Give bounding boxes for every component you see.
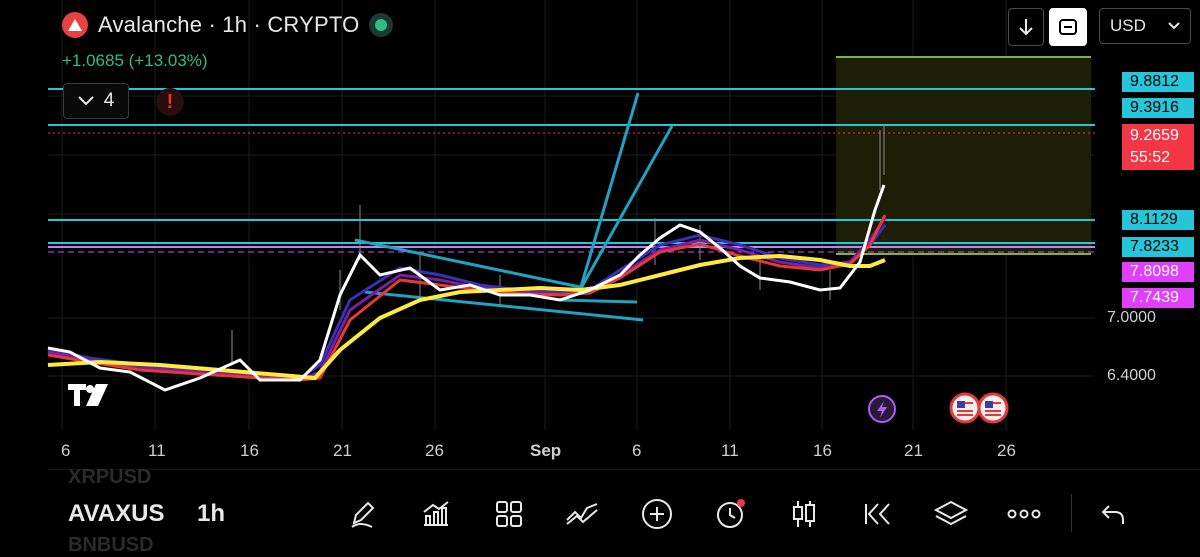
bottom-toolbar: XRPUSD AVAXUS BNBUSD 1h	[0, 466, 1200, 556]
indicators-toggle[interactable]: 4	[63, 83, 129, 119]
date-axis-label: 16	[240, 441, 259, 460]
date-axis-label: 16	[813, 441, 832, 460]
currency-value: USD	[1110, 16, 1146, 35]
price-change: +1.0685 (+13.03%)	[62, 51, 208, 70]
date-axis-label: 6	[61, 441, 71, 460]
date-axis-label: 21	[904, 441, 923, 460]
undo-icon[interactable]	[1095, 498, 1131, 530]
price-label: 9.8812	[1122, 72, 1194, 92]
trend-lines	[354, 92, 674, 322]
date-axis-label: 11	[148, 441, 166, 460]
indicators-icon[interactable]	[418, 498, 454, 530]
grid-icon[interactable]	[491, 498, 527, 530]
tradingview-logo	[68, 384, 108, 406]
price-axis-label: 6.4000	[1107, 367, 1156, 384]
flash-event-icon[interactable]	[868, 395, 896, 423]
symbol-picker-current[interactable]: AVAXUS	[68, 500, 164, 528]
alarm-icon[interactable]	[712, 498, 748, 530]
layers-icon[interactable]	[933, 498, 969, 530]
toolbar-divider	[1071, 494, 1072, 532]
symbol-header[interactable]: Avalanche · 1h · CRYPTO	[62, 12, 394, 38]
price-label: 8.1129	[1122, 210, 1194, 230]
date-axis-label: 6	[632, 441, 642, 460]
avalanche-logo-icon	[62, 12, 88, 38]
plus-icon[interactable]	[639, 498, 675, 530]
ema-red	[47, 214, 887, 382]
replay-icon[interactable]	[859, 498, 895, 530]
more-icon[interactable]	[1006, 498, 1042, 530]
candle-icon[interactable]	[786, 498, 822, 530]
date-axis-label: 26	[425, 441, 444, 460]
currency-select[interactable]: USD	[1099, 8, 1191, 44]
chevron-down-icon	[1168, 22, 1180, 30]
fullscreen-button[interactable]	[1049, 8, 1087, 46]
symbol-picker-prev[interactable]: XRPUSD	[68, 466, 151, 489]
us-flag-event-icon[interactable]	[949, 392, 981, 424]
alert-mark: !	[166, 90, 174, 113]
interval-picker[interactable]: 1h	[197, 500, 225, 528]
date-axis-label: 21	[333, 441, 352, 460]
chevron-down-icon	[77, 96, 94, 106]
date-axis-label: 11	[721, 441, 739, 460]
alert-icon[interactable]: !	[156, 88, 184, 116]
us-flag-event-icon-2[interactable]	[977, 392, 1009, 424]
last-price-label: 9.2659 55:52	[1122, 124, 1194, 170]
price-axis-label: 7.0000	[1107, 309, 1156, 326]
date-axis-label: Sep	[530, 441, 562, 460]
pencil-icon[interactable]	[344, 498, 380, 530]
price-label: 7.7439	[1122, 288, 1194, 308]
target-zone	[836, 57, 1091, 254]
price-label: 7.8233	[1122, 237, 1194, 257]
fullscreen-icon	[1059, 19, 1077, 35]
ema-yellow	[47, 253, 886, 381]
chart-area[interactable]: Avalanche · 1h · CRYPTO +1.0685 (+13.03%…	[0, 0, 1200, 470]
arrow-down-icon	[1019, 19, 1033, 36]
price-label: 7.8098	[1122, 262, 1194, 282]
symbol-title: Avalanche · 1h · CRYPTO	[98, 12, 360, 37]
date-axis-label: 26	[997, 441, 1016, 460]
market-open-icon	[369, 13, 394, 37]
scroll-down-button[interactable]	[1008, 8, 1044, 46]
price-label: 9.3916	[1122, 98, 1194, 118]
line-tool-icon[interactable]	[564, 498, 600, 530]
indicator-count: 4	[103, 90, 115, 111]
